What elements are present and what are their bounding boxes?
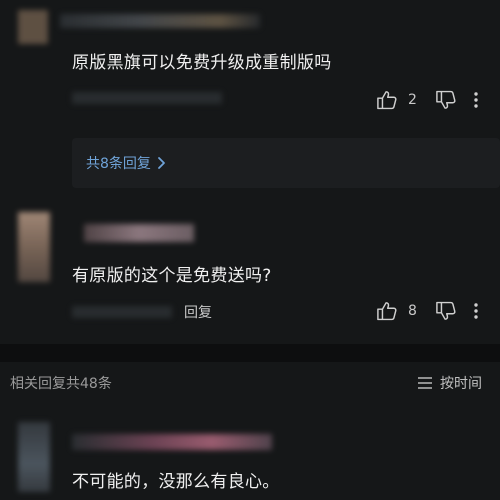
section-divider xyxy=(0,344,500,362)
username[interactable] xyxy=(72,434,272,450)
sort-icon xyxy=(416,376,434,390)
more-icon[interactable] xyxy=(473,90,479,110)
thumb-down-icon[interactable] xyxy=(435,301,457,321)
related-replies-count: 相关回复共48条 xyxy=(10,376,112,392)
like-count: 2 xyxy=(408,92,417,108)
sort-label: 按时间 xyxy=(440,376,482,392)
replies-count-label: 共8条回复 xyxy=(86,156,151,172)
comment-text: 有原版的这个是免费送吗? xyxy=(72,266,272,286)
comment-text: 原版黑旗可以免费升级成重制版吗 xyxy=(72,53,332,73)
reply-summary-box[interactable]: 共8条回复 xyxy=(72,138,500,188)
username[interactable] xyxy=(84,224,194,242)
reply-button[interactable]: 回复 xyxy=(184,302,212,322)
comment-actions: 8 xyxy=(376,301,479,321)
username[interactable] xyxy=(60,14,260,28)
chevron-right-icon xyxy=(157,156,167,170)
comment-actions: 2 xyxy=(376,90,479,110)
thumb-up-icon[interactable] xyxy=(376,301,398,321)
thumb-down-icon[interactable] xyxy=(435,90,457,110)
avatar[interactable] xyxy=(18,10,48,44)
comment-meta xyxy=(72,306,172,318)
view-replies-link[interactable]: 共8条回复 xyxy=(86,153,167,173)
avatar[interactable] xyxy=(18,212,50,282)
more-icon[interactable] xyxy=(473,301,479,321)
reply-text: 不可能的，没那么有良心。 xyxy=(72,472,280,492)
thumb-up-icon[interactable] xyxy=(376,90,398,110)
comment-meta xyxy=(72,92,222,104)
like-count: 8 xyxy=(408,303,417,319)
sort-button[interactable]: 按时间 xyxy=(416,373,482,393)
avatar[interactable] xyxy=(18,422,50,492)
